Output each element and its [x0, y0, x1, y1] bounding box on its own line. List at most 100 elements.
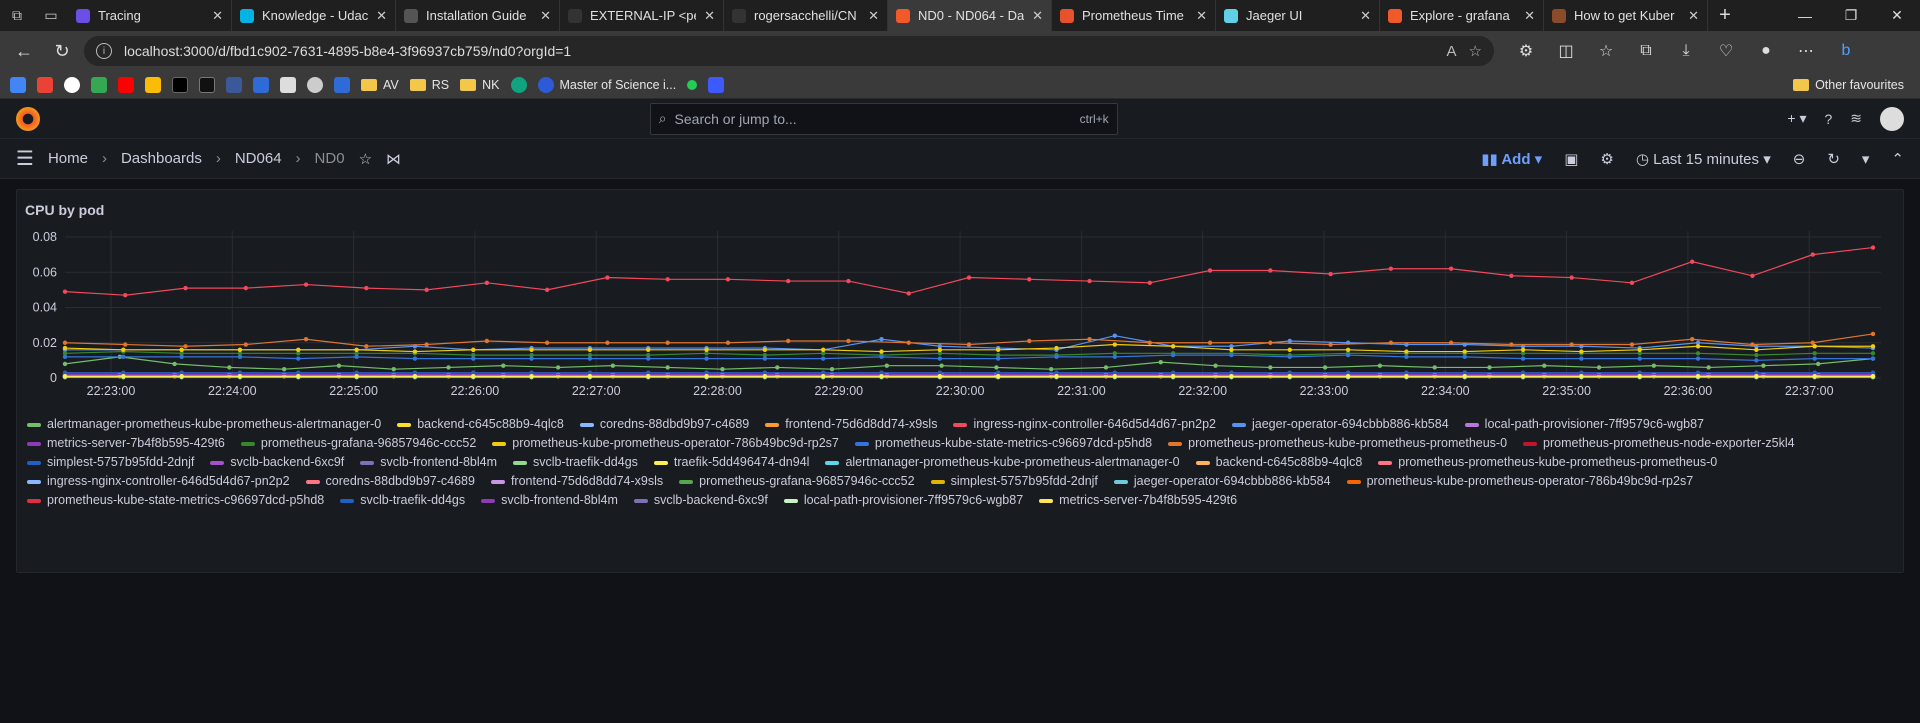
data-point[interactable] — [762, 347, 768, 352]
data-point[interactable] — [364, 344, 369, 349]
back-icon[interactable]: ← — [8, 35, 40, 67]
data-point[interactable] — [446, 365, 451, 370]
data-point[interactable] — [1695, 344, 1701, 349]
bookmark-icon[interactable] — [226, 76, 242, 93]
bookmark-icon[interactable] — [708, 76, 725, 93]
browser-tab[interactable]: Prometheus Time ✕ — [1052, 0, 1216, 31]
data-point[interactable] — [179, 354, 184, 360]
help-icon[interactable]: ? — [1824, 111, 1832, 127]
data-point[interactable] — [1651, 363, 1657, 368]
bookmark-folder-av[interactable]: AV — [361, 78, 399, 92]
data-point[interactable] — [1816, 361, 1821, 367]
data-point[interactable] — [62, 361, 68, 367]
tab-close-icon[interactable]: ✕ — [376, 8, 387, 24]
data-point[interactable] — [336, 363, 342, 368]
legend-item[interactable]: prometheus-prometheus-kube-prometheus-pr… — [1168, 436, 1507, 451]
data-point[interactable] — [1750, 342, 1755, 347]
data-point[interactable] — [906, 340, 911, 345]
data-point[interactable] — [1870, 344, 1876, 349]
time-picker[interactable]: ◷ Last 15 minutes ▾ — [1636, 150, 1771, 168]
data-point[interactable] — [179, 374, 184, 379]
data-point[interactable] — [1432, 365, 1437, 370]
data-point[interactable] — [471, 356, 476, 361]
data-point[interactable] — [529, 374, 534, 379]
legend-item[interactable]: alertmanager-prometheus-kube-prometheus-… — [825, 455, 1180, 470]
legend-item[interactable]: local-path-provisioner-7ff9579c6-wgb87 — [1464, 417, 1704, 432]
data-point[interactable] — [1170, 344, 1176, 349]
data-point[interactable] — [1229, 352, 1234, 358]
bookmark-icon[interactable] — [253, 76, 269, 93]
data-point[interactable] — [62, 289, 68, 294]
data-point[interactable] — [1706, 365, 1711, 370]
data-point[interactable] — [354, 374, 359, 379]
data-point[interactable] — [544, 340, 550, 345]
data-point[interactable] — [587, 347, 593, 352]
legend-item[interactable]: prometheus-prometheus-kube-prometheus-pr… — [1378, 455, 1717, 470]
data-point[interactable] — [1207, 268, 1213, 273]
data-point[interactable] — [303, 337, 309, 342]
data-point[interactable] — [1158, 359, 1163, 365]
data-point[interactable] — [762, 374, 768, 379]
tab-close-icon[interactable]: ✕ — [1032, 8, 1043, 24]
data-point[interactable] — [1229, 374, 1234, 379]
data-point[interactable] — [1054, 345, 1059, 351]
google-bookmark-icon[interactable] — [64, 76, 80, 93]
series-line[interactable] — [65, 354, 1873, 361]
data-point[interactable] — [484, 280, 490, 286]
data-point[interactable] — [1870, 331, 1876, 337]
legend-item[interactable]: simplest-5757b95fdd-2dnjf — [27, 455, 194, 470]
data-point[interactable] — [1112, 333, 1118, 338]
legend-item[interactable]: prometheus-kube-prometheus-operator-786b… — [492, 436, 839, 451]
data-point[interactable] — [1754, 358, 1759, 363]
browser-tab[interactable]: Installation Guide ✕ — [396, 0, 560, 31]
data-point[interactable] — [937, 356, 943, 361]
data-point[interactable] — [1870, 356, 1876, 361]
data-point[interactable] — [237, 347, 243, 352]
x-bookmark-icon[interactable] — [172, 76, 188, 93]
translate-bookmark-icon[interactable] — [10, 76, 26, 93]
collapse-icon[interactable]: ⌃ — [1891, 150, 1904, 168]
data-point[interactable] — [1404, 349, 1409, 354]
data-point[interactable] — [1404, 374, 1409, 379]
new-tab-button[interactable]: + — [1708, 0, 1742, 31]
legend-item[interactable]: prometheus-grafana-96857946c-ccc52 — [240, 436, 476, 451]
legend-item[interactable]: svclb-backend-6xc9f — [633, 493, 768, 508]
data-point[interactable] — [1520, 374, 1526, 379]
data-point[interactable] — [1287, 354, 1292, 360]
data-point[interactable] — [501, 363, 506, 368]
data-point[interactable] — [1448, 266, 1454, 271]
browser-tab[interactable]: Knowledge - Udac ✕ — [232, 0, 396, 31]
data-point[interactable] — [610, 363, 616, 368]
data-point[interactable] — [471, 374, 476, 379]
data-point[interactable] — [1810, 252, 1815, 257]
data-point[interactable] — [1112, 342, 1118, 347]
legend-item[interactable]: coredns-88dbd9b97-c4689 — [579, 417, 749, 432]
data-point[interactable] — [412, 356, 418, 361]
data-point[interactable] — [704, 347, 709, 352]
data-point[interactable] — [1328, 271, 1333, 277]
data-point[interactable] — [995, 347, 1001, 352]
legend-item[interactable]: backend-c645c88b9-4qlc8 — [397, 417, 564, 432]
profile-icon[interactable]: ● — [1748, 36, 1784, 66]
data-point[interactable] — [484, 338, 490, 344]
data-point[interactable] — [820, 356, 826, 361]
data-point[interactable] — [1147, 340, 1153, 345]
data-point[interactable] — [829, 366, 835, 372]
series-line[interactable] — [64, 350, 1873, 356]
menu-icon[interactable]: ☰ — [16, 146, 34, 171]
data-point[interactable] — [237, 374, 243, 379]
data-point[interactable] — [1690, 337, 1695, 342]
data-point[interactable] — [1229, 347, 1234, 352]
data-point[interactable] — [884, 363, 890, 368]
data-point[interactable] — [1287, 347, 1292, 352]
legend-item[interactable]: metrics-server-7b4f8b595-429t6 — [27, 436, 225, 451]
performance-icon[interactable]: ♡ — [1708, 36, 1744, 66]
legend-item[interactable]: prometheus-kube-state-metrics-c96697dcd-… — [854, 436, 1152, 451]
drive-bookmark-icon[interactable] — [91, 76, 107, 93]
data-point[interactable] — [1345, 347, 1351, 352]
data-point[interactable] — [1170, 352, 1176, 358]
tab-close-icon[interactable]: ✕ — [868, 8, 879, 24]
data-point[interactable] — [646, 356, 651, 361]
data-point[interactable] — [1629, 342, 1635, 347]
data-point[interactable] — [1027, 277, 1032, 282]
